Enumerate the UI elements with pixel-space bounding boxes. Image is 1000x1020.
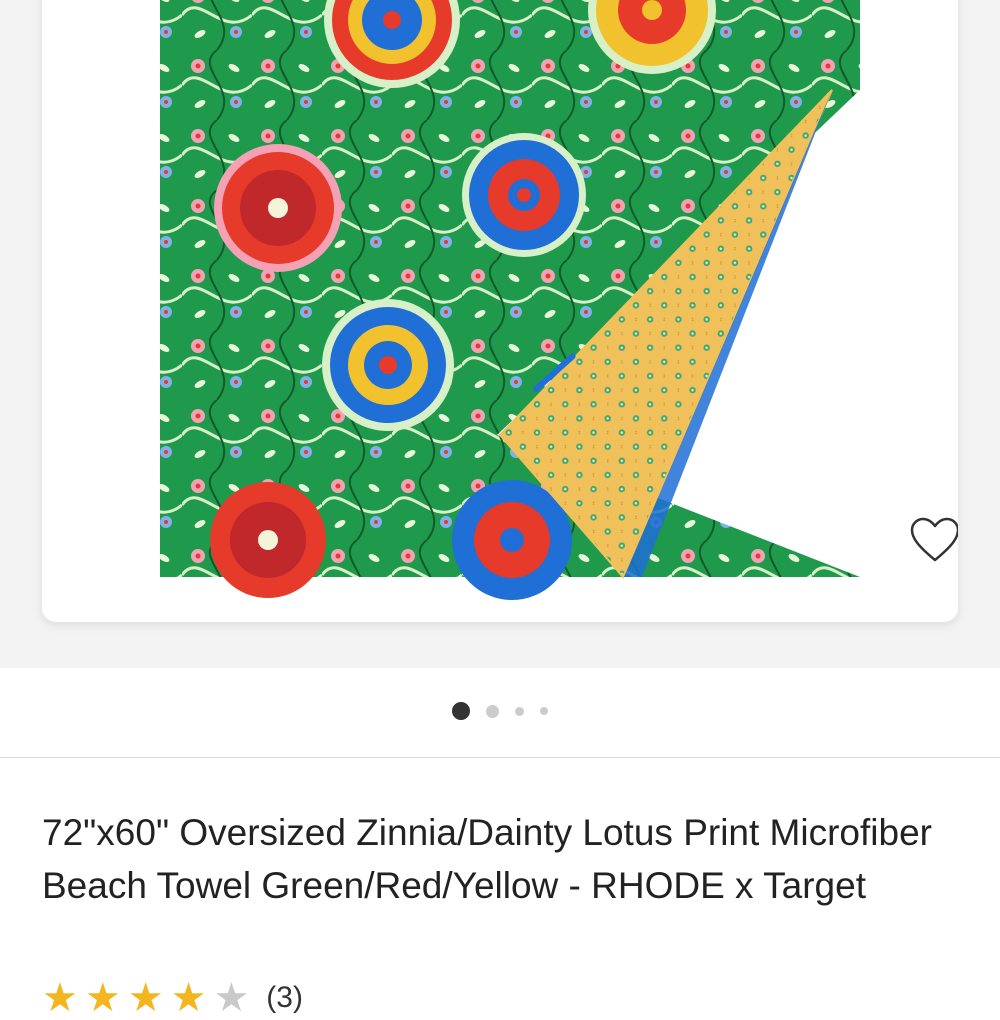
medallion-3: [214, 144, 342, 272]
product-image-card[interactable]: [42, 0, 958, 622]
review-count[interactable]: (3): [266, 978, 303, 1018]
star-icon: ★: [42, 976, 78, 1020]
product-image[interactable]: [42, 0, 958, 622]
medallion-5: [322, 299, 454, 431]
favorite-button[interactable]: [904, 512, 958, 568]
medallion-6: [210, 482, 326, 598]
heart-outline-icon: [910, 517, 958, 562]
medallion-4: [462, 133, 586, 257]
section-divider: [0, 757, 1000, 758]
star-icon: ★: [170, 976, 207, 1020]
star-icon: ★: [127, 976, 164, 1020]
rating-row[interactable]: ★ ★ ★ ★ ★ (3): [42, 978, 303, 1018]
carousel-dot-4[interactable]: [540, 707, 548, 715]
product-title: 72"x60" Oversized Zinnia/Dainty Lotus Pr…: [42, 812, 932, 906]
star-icon: ★: [213, 976, 250, 1020]
carousel-dot-3[interactable]: [515, 706, 524, 716]
carousel-dot-2[interactable]: [486, 704, 499, 718]
star-icon: ★: [84, 976, 121, 1020]
carousel-dot-1[interactable]: [452, 702, 470, 720]
carousel-dots[interactable]: [0, 700, 1000, 722]
